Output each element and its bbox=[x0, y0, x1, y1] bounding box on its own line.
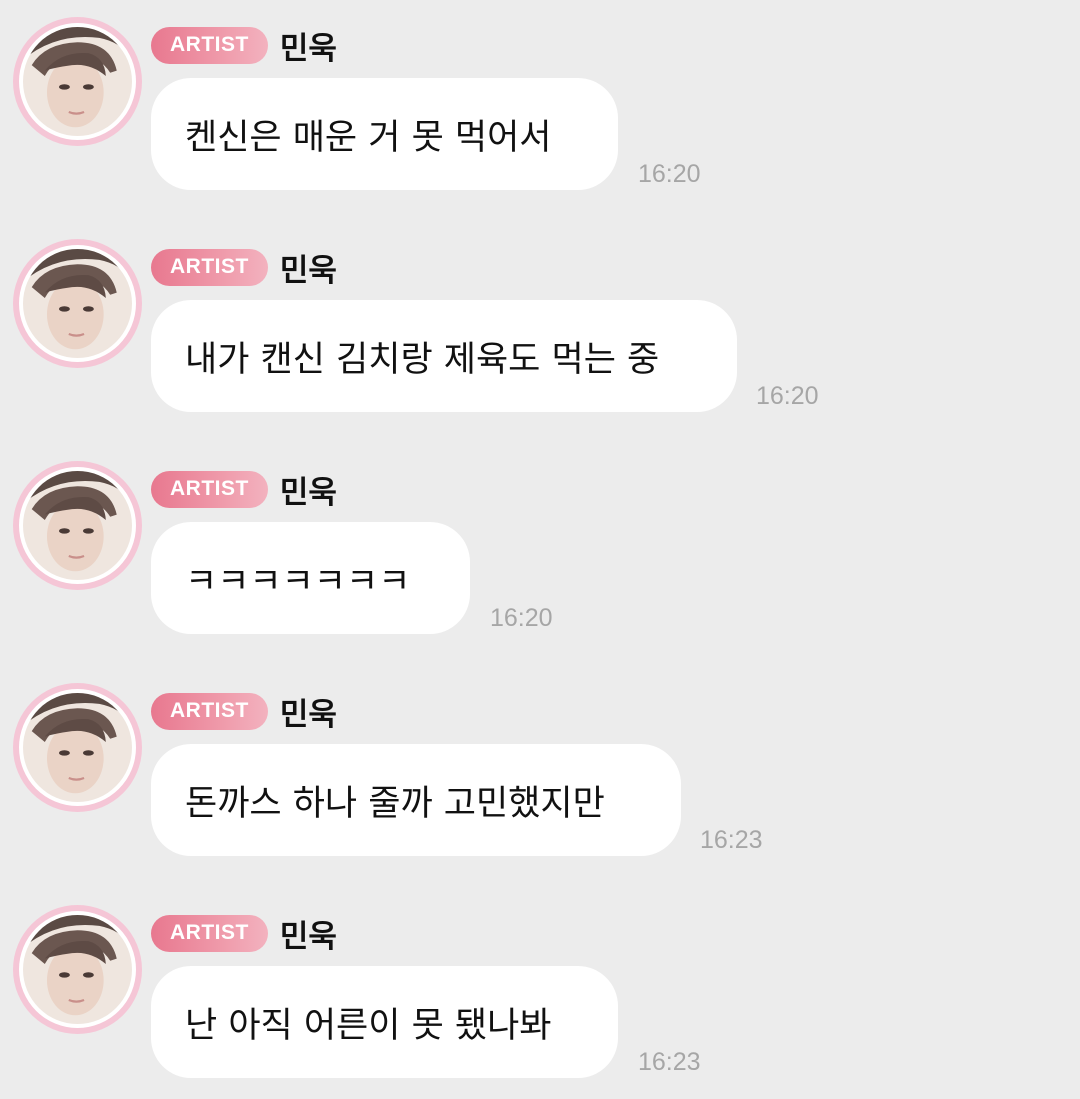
sender-name[interactable]: 민욱 bbox=[280, 245, 337, 290]
message-header: ARTIST 민욱 bbox=[151, 470, 337, 511]
sender-name[interactable]: 민욱 bbox=[280, 689, 337, 734]
artist-badge: ARTIST bbox=[151, 26, 268, 64]
message-bubble[interactable]: 켄신은 매운 거 못 먹어서 bbox=[151, 78, 618, 190]
sender-name[interactable]: 민욱 bbox=[280, 467, 337, 512]
chat-message: ARTIST 민욱 켄신은 매운 거 못 먹어서 16:20 bbox=[0, 0, 1080, 200]
message-time: 16:20 bbox=[490, 604, 553, 632]
avatar[interactable] bbox=[13, 461, 142, 590]
message-header: ARTIST 민욱 bbox=[151, 248, 337, 289]
profile-photo bbox=[23, 471, 132, 580]
message-time: 16:20 bbox=[638, 160, 701, 188]
chat-message-list: ARTIST 민욱 켄신은 매운 거 못 먹어서 16:20 ARTIST 민욱… bbox=[0, 0, 1080, 1099]
message-time: 16:23 bbox=[700, 826, 763, 854]
profile-photo bbox=[23, 693, 132, 802]
avatar[interactable] bbox=[13, 905, 142, 1034]
artist-badge: ARTIST bbox=[151, 248, 268, 286]
message-time: 16:20 bbox=[756, 382, 819, 410]
artist-badge: ARTIST bbox=[151, 914, 268, 952]
message-header: ARTIST 민욱 bbox=[151, 692, 337, 733]
profile-photo bbox=[23, 27, 132, 136]
message-bubble[interactable]: 난 아직 어른이 못 됐나봐 bbox=[151, 966, 618, 1078]
profile-photo bbox=[23, 249, 132, 358]
avatar[interactable] bbox=[13, 17, 142, 146]
chat-message: ARTIST 민욱 돈까스 하나 줄까 고민했지만 16:23 bbox=[0, 666, 1080, 866]
message-bubble[interactable]: 내가 캔신 김치랑 제육도 먹는 중 bbox=[151, 300, 737, 412]
message-bubble[interactable]: ㅋㅋㅋㅋㅋㅋㅋ bbox=[151, 522, 470, 634]
artist-badge: ARTIST bbox=[151, 470, 268, 508]
message-bubble[interactable]: 돈까스 하나 줄까 고민했지만 bbox=[151, 744, 681, 856]
profile-photo bbox=[23, 915, 132, 1024]
message-time: 16:23 bbox=[638, 1048, 701, 1076]
chat-message: ARTIST 민욱 난 아직 어른이 못 됐나봐 16:23 bbox=[0, 888, 1080, 1088]
sender-name[interactable]: 민욱 bbox=[280, 911, 337, 956]
sender-name[interactable]: 민욱 bbox=[280, 23, 337, 68]
message-header: ARTIST 민욱 bbox=[151, 914, 337, 955]
avatar[interactable] bbox=[13, 239, 142, 368]
artist-badge: ARTIST bbox=[151, 692, 268, 730]
avatar[interactable] bbox=[13, 683, 142, 812]
chat-message: ARTIST 민욱 ㅋㅋㅋㅋㅋㅋㅋ 16:20 bbox=[0, 444, 1080, 644]
chat-message: ARTIST 민욱 내가 캔신 김치랑 제육도 먹는 중 16:20 bbox=[0, 222, 1080, 422]
message-header: ARTIST 민욱 bbox=[151, 26, 337, 67]
